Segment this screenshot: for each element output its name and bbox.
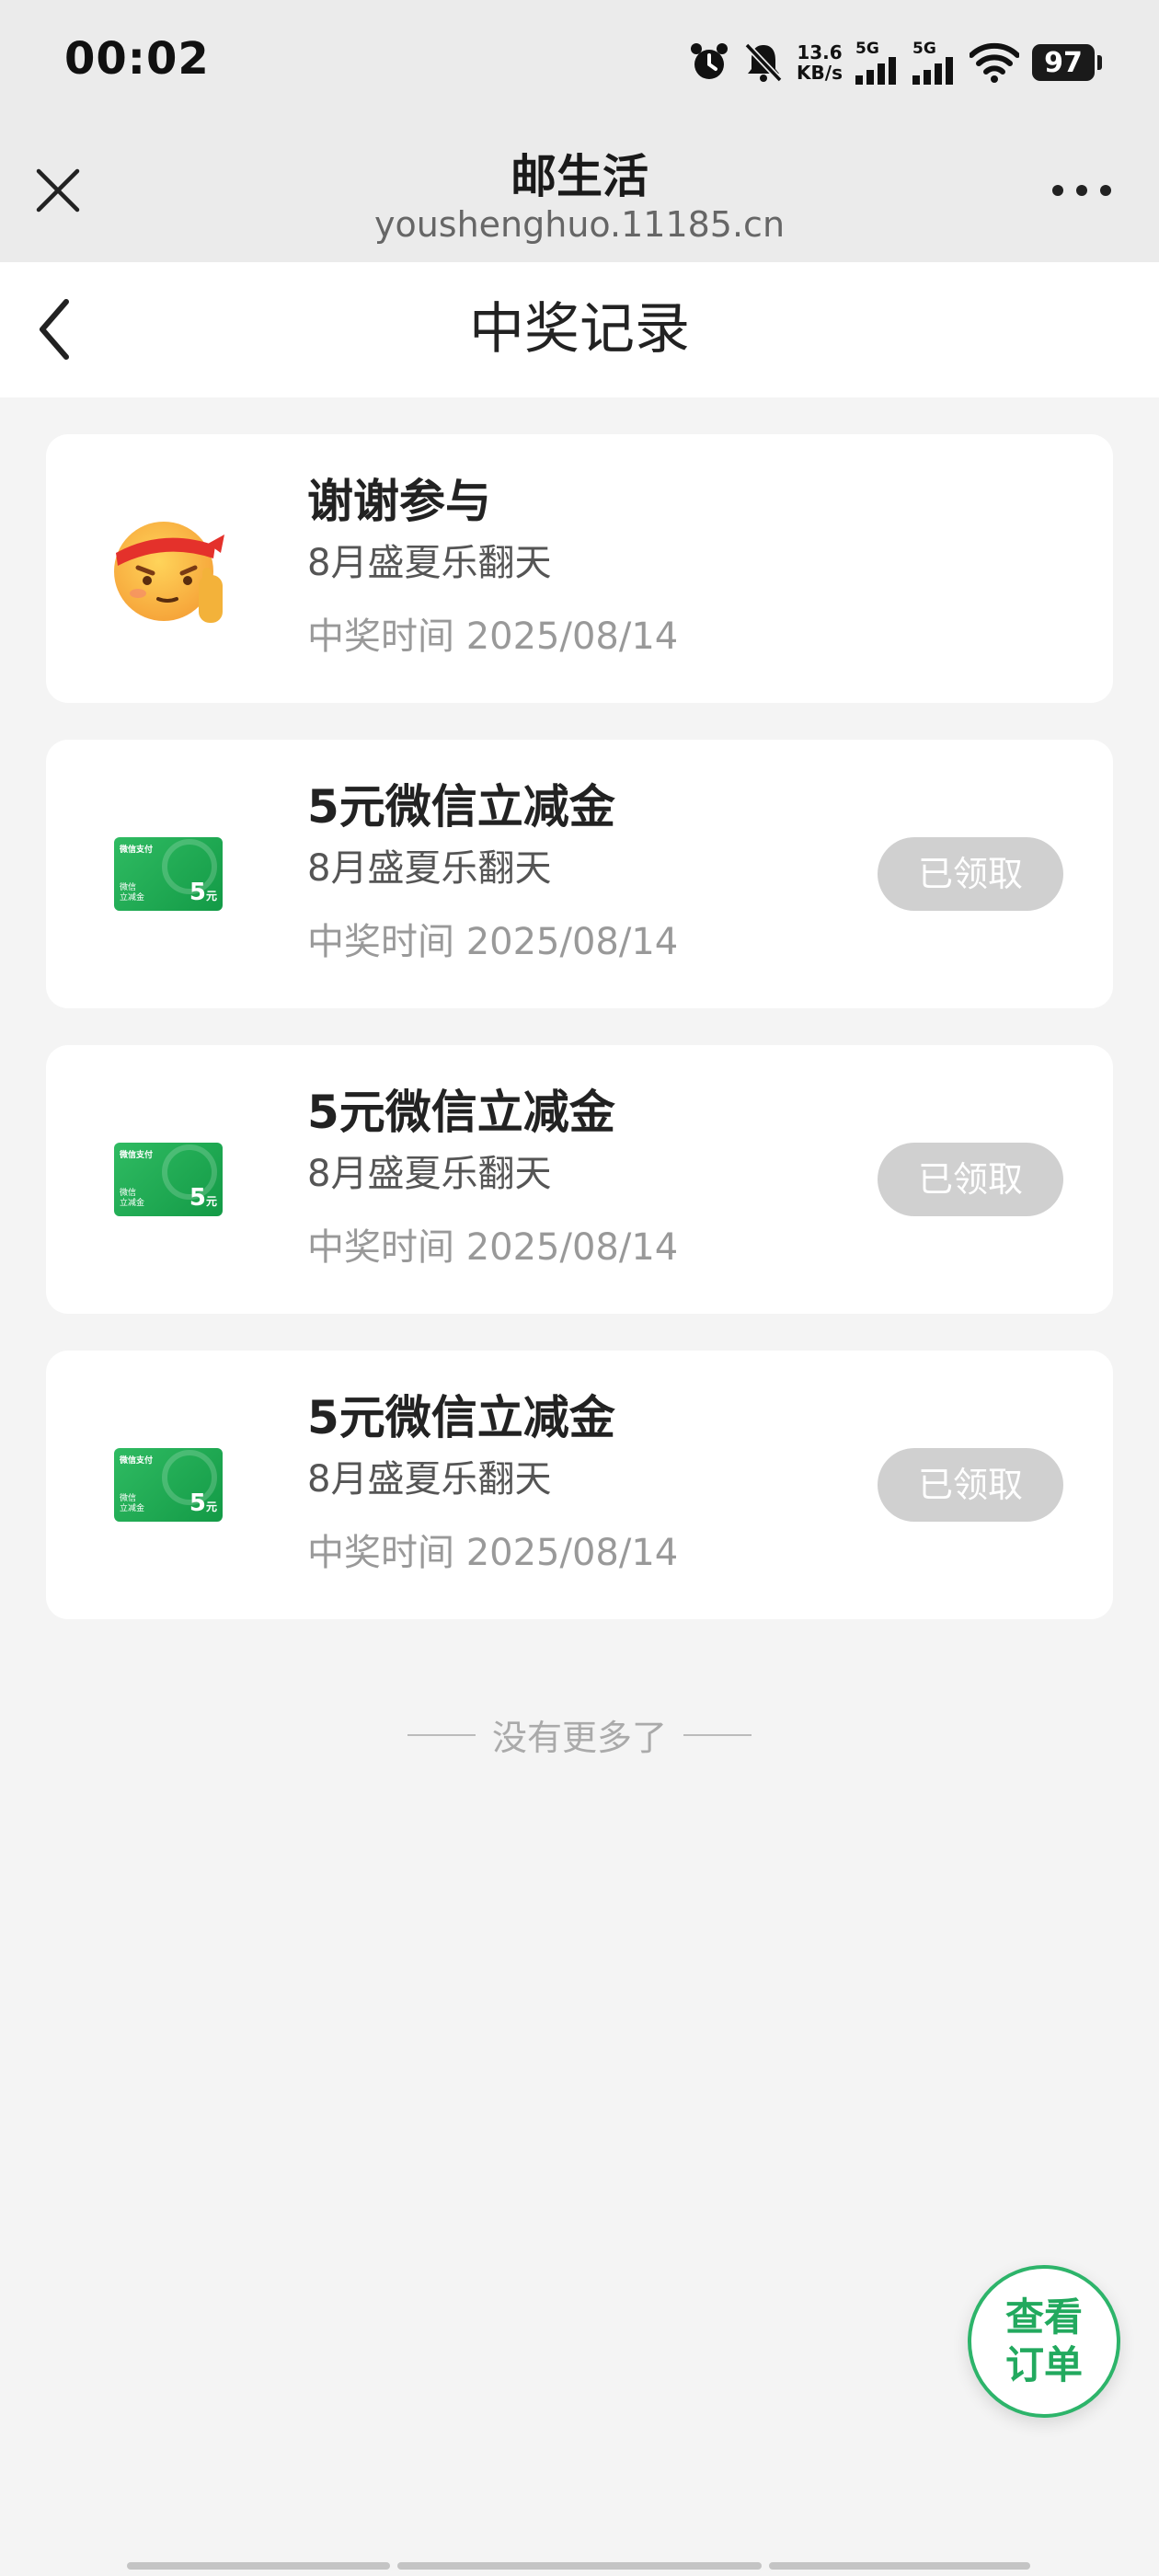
view-orders-button[interactable]: 查看 订单 xyxy=(968,2265,1120,2418)
record-card: 微信支付 微信 立减金 5元 5元微信立减金 8月盛夏乐翻天 中奖时间 2025… xyxy=(46,740,1113,1008)
network-speed-value: 13.6 xyxy=(797,41,843,63)
voucher-tag-line: 立减金 xyxy=(120,1199,145,1208)
voucher-amount-value: 5 xyxy=(189,1489,206,1517)
record-time: 中奖时间 2025/08/14 xyxy=(307,921,679,963)
sim2-signal: 5G xyxy=(912,40,957,85)
signal-bars-icon xyxy=(912,57,953,85)
wifi-icon xyxy=(970,42,1019,83)
battery-indicator: 97 xyxy=(1032,44,1102,81)
voucher-amount-unit: 元 xyxy=(205,1195,217,1208)
record-text: 5元微信立减金 8月盛夏乐翻天 中奖时间 2025/08/14 xyxy=(307,776,678,968)
voucher-tag-line: 立减金 xyxy=(120,893,145,903)
browser-title: 邮生活 xyxy=(511,150,648,203)
claimed-button[interactable]: 已领取 xyxy=(878,1143,1063,1216)
page-title: 中奖记录 xyxy=(469,297,690,362)
record-event: 8月盛夏乐翻天 xyxy=(307,1458,552,1501)
salute-emoji-icon xyxy=(107,500,230,637)
record-title: 5元微信立减金 xyxy=(307,780,615,834)
sim1-signal: 5G xyxy=(855,40,900,85)
voucher-logo: 微信支付 xyxy=(120,1456,154,1466)
voucher-tag: 微信 立减金 xyxy=(120,883,144,903)
voucher-image: 微信支付 微信 立减金 5元 xyxy=(114,837,223,911)
voucher-tag-line: 微信 xyxy=(120,1189,137,1198)
mute-bell-icon xyxy=(744,42,783,83)
record-event: 8月盛夏乐翻天 xyxy=(307,1153,552,1195)
voucher-amount: 5元 xyxy=(189,1489,217,1517)
status-bar: 00:02 13.6 KB/s 5G 5G 97 xyxy=(0,0,1159,124)
no-more-indicator: 没有更多了 xyxy=(0,1709,1159,1760)
sim1-label: 5G xyxy=(855,40,879,58)
sim2-label: 5G xyxy=(912,40,936,58)
record-title: 5元微信立减金 xyxy=(307,1391,615,1444)
signal-bars-icon xyxy=(855,57,896,85)
claimed-button[interactable]: 已领取 xyxy=(878,1448,1063,1522)
voucher-amount: 5元 xyxy=(189,1184,217,1212)
voucher-logo: 微信支付 xyxy=(120,845,154,855)
view-orders-label: 查看 订单 xyxy=(1000,2294,1088,2389)
more-dot-icon xyxy=(1076,185,1087,196)
record-event: 8月盛夏乐翻天 xyxy=(307,542,552,584)
voucher-tag-line: 微信 xyxy=(120,883,137,892)
record-title: 谢谢参与 xyxy=(307,475,491,528)
gesture-bar-segment xyxy=(769,2562,1030,2570)
voucher-amount: 5元 xyxy=(189,879,217,906)
gesture-bar-segment xyxy=(127,2562,390,2570)
divider xyxy=(407,1733,476,1736)
voucher-tag-line: 微信 xyxy=(120,1494,137,1503)
wechat-voucher-icon: 微信支付 微信 立减金 5元 xyxy=(107,1417,230,1553)
voucher-amount-value: 5 xyxy=(189,1184,206,1212)
voucher-amount-value: 5 xyxy=(189,879,206,906)
more-dot-icon xyxy=(1052,185,1063,196)
view-orders-label-line: 查看 xyxy=(1004,2294,1083,2340)
record-event: 8月盛夏乐翻天 xyxy=(307,847,552,890)
network-speed-unit: KB/s xyxy=(797,62,843,84)
browser-url: youshenghuo.11185.cn xyxy=(373,204,786,245)
voucher-amount-unit: 元 xyxy=(205,1501,217,1513)
status-icons: 13.6 KB/s 5G 5G 97 xyxy=(688,37,1102,88)
gesture-bar-segment xyxy=(397,2562,762,2570)
wechat-voucher-icon: 微信支付 微信 立减金 5元 xyxy=(107,806,230,942)
view-orders-label-line: 订单 xyxy=(1004,2342,1083,2387)
voucher-tag: 微信 立减金 xyxy=(120,1189,144,1209)
record-time: 中奖时间 2025/08/14 xyxy=(307,1226,679,1269)
alarm-icon xyxy=(691,43,729,79)
record-card: 微信支付 微信 立减金 5元 5元微信立减金 8月盛夏乐翻天 中奖时间 2025… xyxy=(46,1351,1113,1619)
record-time: 中奖时间 2025/08/14 xyxy=(307,615,679,658)
voucher-image: 微信支付 微信 立减金 5元 xyxy=(114,1143,223,1216)
status-time: 00:02 xyxy=(64,33,210,85)
record-text: 谢谢参与 8月盛夏乐翻天 中奖时间 2025/08/14 xyxy=(307,471,678,662)
wechat-voucher-icon: 微信支付 微信 立减金 5元 xyxy=(107,1111,230,1248)
record-title: 5元微信立减金 xyxy=(307,1086,615,1139)
claimed-button[interactable]: 已领取 xyxy=(878,837,1063,911)
record-card: 谢谢参与 8月盛夏乐翻天 中奖时间 2025/08/14 xyxy=(46,434,1113,703)
record-list: 谢谢参与 8月盛夏乐翻天 中奖时间 2025/08/14 微信支付 微信 立减金… xyxy=(46,434,1113,1656)
record-time: 中奖时间 2025/08/14 xyxy=(307,1532,679,1574)
more-options-button[interactable] xyxy=(1052,180,1111,201)
divider xyxy=(683,1733,752,1736)
no-more-text: 没有更多了 xyxy=(491,1718,667,1758)
record-text: 5元微信立减金 8月盛夏乐翻天 中奖时间 2025/08/14 xyxy=(307,1387,678,1579)
voucher-image: 微信支付 微信 立减金 5元 xyxy=(114,1448,223,1522)
more-dot-icon xyxy=(1100,185,1111,196)
record-text: 5元微信立减金 8月盛夏乐翻天 中奖时间 2025/08/14 xyxy=(307,1082,678,1273)
voucher-amount-unit: 元 xyxy=(205,890,217,903)
voucher-logo: 微信支付 xyxy=(120,1151,154,1160)
voucher-tag-line: 立减金 xyxy=(120,1504,145,1513)
record-card: 微信支付 微信 立减金 5元 5元微信立减金 8月盛夏乐翻天 中奖时间 2025… xyxy=(46,1045,1113,1314)
voucher-tag: 微信 立减金 xyxy=(120,1494,144,1514)
network-speed: 13.6 KB/s xyxy=(797,42,843,83)
